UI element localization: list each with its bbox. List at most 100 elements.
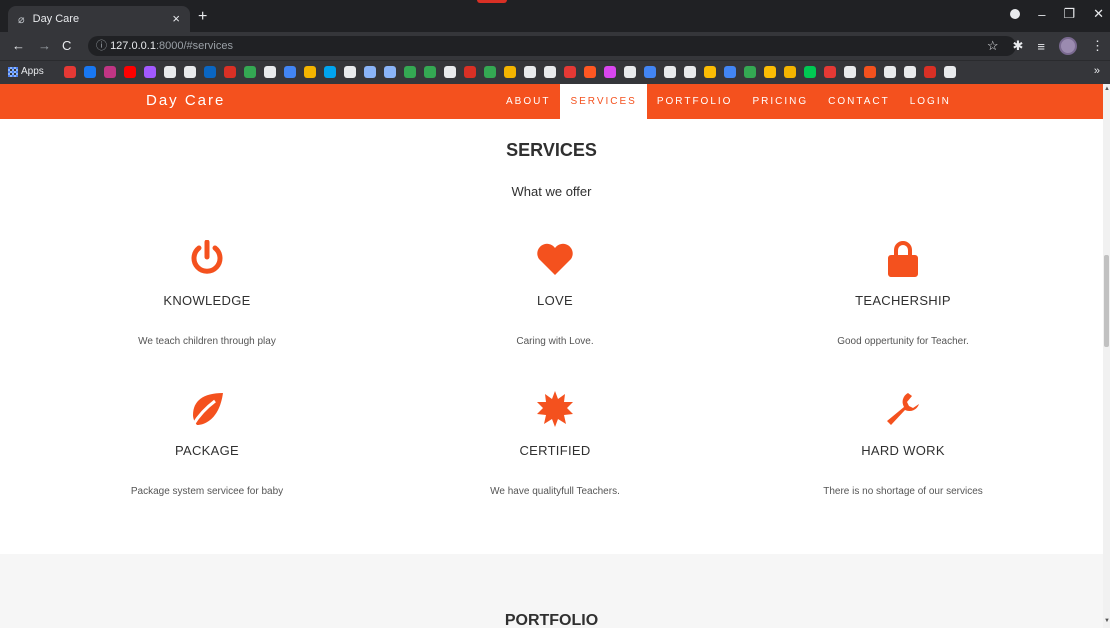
nav-item-services[interactable]: SERVICES (560, 84, 647, 119)
browser-tab-strip: ⌀ Day Care × + – ❐ ✕ (0, 0, 1110, 32)
apps-label: Apps (21, 66, 44, 77)
new-tab-button[interactable]: + (198, 8, 207, 26)
restore-icon[interactable]: ❐ (1063, 6, 1075, 22)
bookmark-icon[interactable] (844, 66, 856, 78)
bookmark-icon[interactable] (644, 66, 656, 78)
service-name: TEACHERSHIP (855, 293, 951, 308)
bookmark-icon[interactable] (584, 66, 596, 78)
bookmark-icon[interactable] (204, 66, 216, 78)
bookmark-icon[interactable] (124, 66, 136, 78)
bookmark-icon[interactable] (484, 66, 496, 78)
scroll-down-icon[interactable]: ▼ (1104, 618, 1110, 624)
bookmark-icon[interactable] (904, 66, 916, 78)
bookmark-icon[interactable] (564, 66, 576, 78)
bookmark-icon[interactable] (524, 66, 536, 78)
star-icon[interactable]: ☆ (987, 38, 999, 54)
bookmark-icon[interactable] (84, 66, 96, 78)
bookmark-icon[interactable] (784, 66, 796, 78)
bookmark-icon[interactable] (424, 66, 436, 78)
back-icon[interactable]: ← (12, 38, 25, 53)
bookmark-icon[interactable] (604, 66, 616, 78)
bookmark-icon[interactable] (804, 66, 816, 78)
minimize-icon[interactable]: – (1038, 7, 1045, 22)
bookmark-icon[interactable] (264, 66, 276, 78)
tab-indicator (477, 0, 507, 3)
bookmark-icon[interactable] (724, 66, 736, 78)
scroll-up-icon[interactable]: ▲ (1104, 86, 1110, 92)
browser-tab[interactable]: ⌀ Day Care × (8, 6, 190, 32)
portfolio-title: PORTFOLIO (504, 612, 599, 629)
nav-item-portfolio[interactable]: PORTFOLIO (647, 84, 743, 119)
url-host: 127.0.0.1 (110, 40, 156, 52)
brand-logo[interactable]: Day Care (146, 92, 225, 109)
bookmark-icon[interactable] (144, 66, 156, 78)
bookmark-icon[interactable] (184, 66, 196, 78)
bookmark-icon[interactable] (924, 66, 936, 78)
service-card: LOVE Caring with Love. (405, 237, 705, 347)
bookmarks-bar: Apps » (0, 60, 1110, 84)
portfolio-section: PORTFOLIO (0, 554, 1103, 629)
nav-menu: ABOUT SERVICES PORTFOLIO PRICING CONTACT… (496, 84, 961, 119)
avatar[interactable] (1059, 37, 1077, 55)
page-scrollbar[interactable] (1103, 84, 1110, 628)
service-desc: Package system servicee for baby (130, 486, 284, 497)
bookmark-icon[interactable] (464, 66, 476, 78)
service-desc: There is no shortage of our services (823, 486, 983, 497)
bookmark-icon[interactable] (764, 66, 776, 78)
url-bar[interactable]: ⓘ 127.0.0.1:8000/#services (88, 36, 1016, 56)
bookmark-icon[interactable] (884, 66, 896, 78)
bookmark-icon[interactable] (164, 66, 176, 78)
nav-item-pricing[interactable]: PRICING (742, 84, 818, 119)
profile-dot-icon[interactable] (1010, 9, 1021, 19)
bookmark-icon[interactable] (684, 66, 696, 78)
bookmark-icon[interactable] (344, 66, 356, 78)
service-name: PACKAGE (175, 443, 239, 458)
reload-icon[interactable]: C (62, 38, 71, 53)
bookmark-icon[interactable] (364, 66, 376, 78)
bookmark-icon[interactable] (104, 66, 116, 78)
bookmark-icon[interactable] (664, 66, 676, 78)
bookmark-icon[interactable] (864, 66, 876, 78)
close-icon[interactable]: ✕ (1093, 6, 1104, 22)
bookmark-icon[interactable] (284, 66, 296, 78)
service-card: KNOWLEDGE We teach children through play (57, 237, 357, 347)
tab-close-button[interactable]: × (172, 11, 180, 26)
bookmark-icon[interactable] (304, 66, 316, 78)
scrollbar-thumb[interactable] (1104, 255, 1109, 347)
bookmark-icon[interactable] (624, 66, 636, 78)
bookmark-icon[interactable] (744, 66, 756, 78)
window-controls: – ❐ ✕ (1010, 6, 1104, 22)
bookmark-icon[interactable] (824, 66, 836, 78)
nav-item-login[interactable]: LOGIN (900, 84, 961, 119)
bookmark-icon[interactable] (504, 66, 516, 78)
bookmarks-overflow-icon[interactable]: » (1094, 65, 1100, 77)
bookmark-icon[interactable] (384, 66, 396, 78)
bookmark-icon[interactable] (404, 66, 416, 78)
bookmark-icon[interactable] (544, 66, 556, 78)
info-icon[interactable]: ⓘ (96, 40, 107, 52)
service-name: KNOWLEDGE (163, 293, 251, 308)
reading-list-icon[interactable]: ≡ (1037, 39, 1045, 54)
service-card: CERTIFIED We have qualityfull Teachers. (405, 387, 705, 497)
bookmark-icon[interactable] (64, 66, 76, 78)
bookmark-icon[interactable] (944, 66, 956, 78)
bookmark-icon[interactable] (444, 66, 456, 78)
service-desc: We teach children through play (138, 336, 276, 347)
service-card: HARD WORK There is no shortage of our se… (753, 387, 1053, 497)
bookmark-icon[interactable] (244, 66, 256, 78)
service-card: PACKAGE Package system servicee for baby (57, 387, 357, 497)
tab-title: Day Care (32, 13, 80, 25)
nav-item-about[interactable]: ABOUT (496, 84, 560, 119)
heart-icon (405, 237, 705, 281)
service-name: LOVE (537, 293, 573, 308)
bookmark-icon[interactable] (704, 66, 716, 78)
address-toolbar: ← → C ⓘ 127.0.0.1:8000/#services ☆ ✱ ≡ ⋮ (0, 32, 1110, 60)
bookmark-icon[interactable] (224, 66, 236, 78)
kebab-menu-icon[interactable]: ⋮ (1091, 38, 1104, 54)
nav-item-contact[interactable]: CONTACT (818, 84, 900, 119)
forward-icon[interactable]: → (38, 38, 51, 53)
bookmark-icon[interactable] (324, 66, 336, 78)
apps-bookmark[interactable]: Apps (8, 66, 44, 77)
services-section: SERVICES What we offer KNOWLEDGE We teac… (0, 119, 1103, 629)
extensions-icon[interactable]: ✱ (1013, 38, 1024, 54)
